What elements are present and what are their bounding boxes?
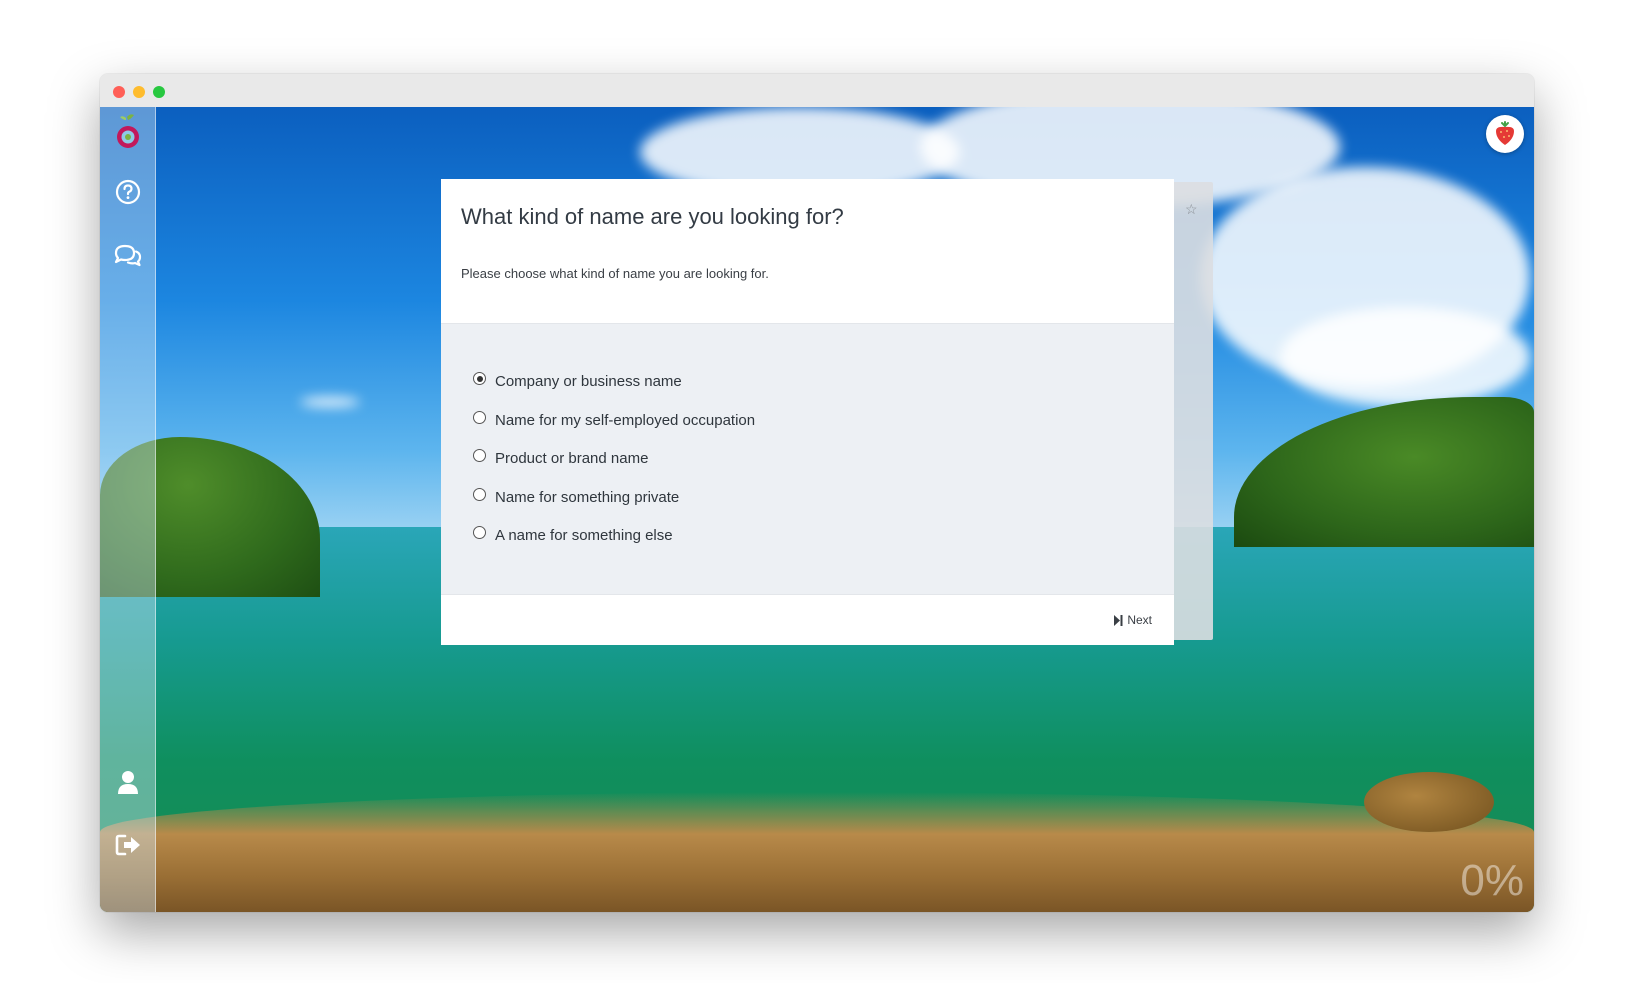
radio-button[interactable] [473,411,486,424]
skip-next-icon [1114,614,1123,626]
question-description: Please choose what kind of name you are … [461,266,769,281]
radio-button[interactable] [473,526,486,539]
logout-icon[interactable] [100,830,156,860]
maximize-window-button[interactable] [153,86,165,98]
radio-button[interactable] [473,372,486,385]
option-label: Company or business name [495,373,682,390]
question-title: What kind of name are you looking for? [461,204,844,229]
options-area: Company or business name Name for my sel… [441,324,1174,594]
option-private-name[interactable]: Name for something private [473,488,680,506]
option-label: Name for my self-employed occupation [495,412,756,429]
option-company-name[interactable]: Company or business name [473,372,682,390]
radio-button[interactable] [473,449,486,462]
option-self-employed-name[interactable]: Name for my self-employed occupation [473,411,756,429]
survey-panel: What kind of name are you looking for? P… [441,179,1174,645]
help-circle-icon[interactable] [100,177,156,207]
option-label: A name for something else [495,527,673,544]
page-viewport: ☆ What kind of name are you looking for?… [100,107,1534,912]
option-product-brand-name[interactable]: Product or brand name [473,449,649,467]
option-label: Product or brand name [495,450,649,467]
question-footer: Next [441,594,1174,645]
window-titlebar [100,74,1534,107]
close-window-button[interactable] [113,86,125,98]
next-label: Next [1127,613,1152,627]
progress-percentage: 0% [1460,856,1524,905]
chat-bubbles-icon[interactable] [100,241,156,271]
browser-window: ☆ What kind of name are you looking for?… [100,74,1534,912]
rock [1364,772,1494,832]
option-label: Name for something private [495,489,680,506]
fruit-logo-icon[interactable] [100,111,156,155]
question-header: What kind of name are you looking for? P… [441,179,1174,324]
strawberry-avatar-icon[interactable] [1486,115,1524,153]
option-something-else[interactable]: A name for something else [473,526,673,544]
sidebar [100,107,156,912]
radio-button[interactable] [473,488,486,501]
minimize-window-button[interactable] [133,86,145,98]
next-button[interactable]: Next [1114,613,1152,627]
star-icon[interactable]: ☆ [1185,201,1198,218]
user-icon[interactable] [100,767,156,797]
shore-rocks [100,792,1534,912]
cloud [1280,307,1530,407]
cloud [300,397,360,407]
